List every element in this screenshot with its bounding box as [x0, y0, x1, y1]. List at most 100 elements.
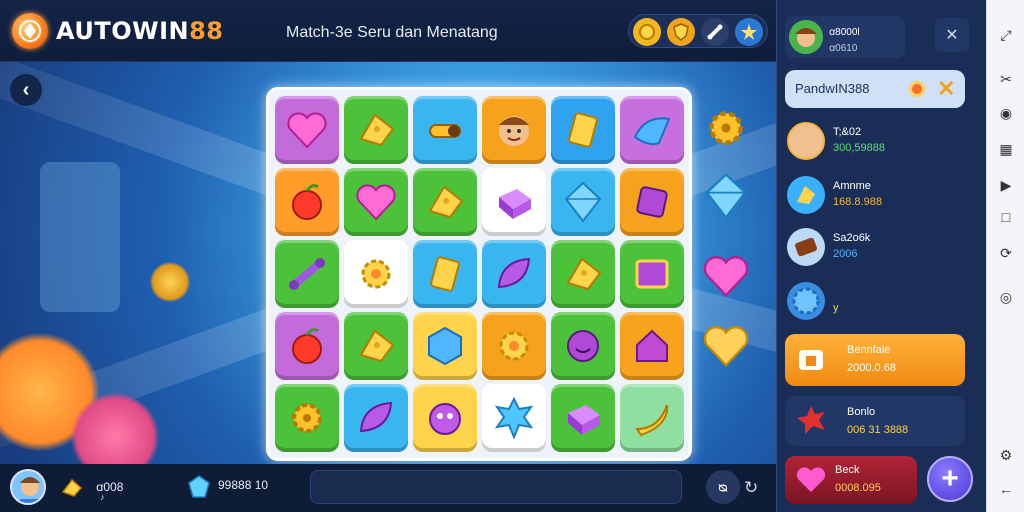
clear-button[interactable]: ✕ [937, 76, 955, 102]
logo-icon [12, 13, 48, 49]
board-tile[interactable] [551, 312, 615, 380]
star-icon[interactable] [735, 18, 763, 46]
board-tile[interactable] [482, 312, 546, 380]
back-button[interactable]: ‹ [10, 74, 42, 106]
bonus-card[interactable]: Bennfale 2000.0.68 [785, 334, 965, 386]
board-tile[interactable] [344, 240, 408, 308]
player-score: 168.8.988 [833, 196, 882, 208]
gear-icon [292, 403, 322, 433]
board-tile[interactable] [551, 168, 615, 236]
brand-suffix: 88 [189, 17, 224, 45]
stat-gems: 99888 10 [218, 478, 269, 492]
board-tile[interactable] [551, 240, 615, 308]
back-icon[interactable]: ← [997, 480, 1015, 498]
leaderboard-row[interactable]: y [787, 280, 977, 326]
flower-icon [499, 331, 529, 361]
leaderboard-row[interactable]: T;&02 300,59888 [787, 120, 977, 166]
board-tile[interactable] [344, 168, 408, 236]
flower-icon [361, 259, 391, 289]
board-tile[interactable] [275, 96, 339, 164]
profile-avatar [789, 20, 823, 54]
expand-icon[interactable]: ⤢ [997, 26, 1015, 44]
board-tile[interactable] [551, 96, 615, 164]
cheese-icon [787, 176, 825, 214]
bonus-card[interactable]: Beck 0008.095 [785, 456, 917, 504]
gear-icon [787, 282, 825, 320]
side-gem-column [698, 102, 758, 462]
card-title: Beck [835, 464, 860, 476]
decor-machine [40, 162, 120, 312]
board-tile[interactable] [413, 240, 477, 308]
cheese-icon [359, 329, 395, 363]
heart-icon [700, 250, 752, 302]
avatar[interactable] [10, 469, 46, 505]
leaf-icon [497, 257, 531, 289]
apple-icon [292, 328, 322, 364]
redo-button[interactable]: ↻ [744, 478, 758, 498]
bonus-card[interactable]: Bonlo 006 31 3888 [785, 396, 965, 446]
apple-icon [292, 184, 322, 220]
board-tile[interactable] [344, 96, 408, 164]
board-tile[interactable] [620, 240, 684, 308]
username-field[interactable]: PandwIN388 ✕ [785, 70, 965, 108]
heart-icon [793, 462, 829, 498]
board-tile[interactable] [620, 312, 684, 380]
board-tile[interactable] [482, 384, 546, 452]
board-tile[interactable] [551, 384, 615, 452]
gear-icon [700, 102, 752, 154]
splat-icon [793, 402, 829, 438]
board-tile[interactable] [413, 312, 477, 380]
leaderboard-row[interactable]: Sa2o6k 2006 [787, 226, 977, 272]
message-input[interactable] [310, 470, 682, 504]
card-title: Bennfale [847, 344, 891, 356]
smile-icon [567, 330, 599, 362]
add-button[interactable]: + [927, 456, 973, 502]
board-tile[interactable] [344, 312, 408, 380]
splat-icon [494, 396, 534, 440]
rotate-icon[interactable]: ⟳ [997, 244, 1015, 262]
board-tile[interactable] [482, 240, 546, 308]
board-tile[interactable] [275, 168, 339, 236]
grid-icon[interactable]: ▦ [997, 140, 1015, 158]
shield-icon[interactable] [667, 18, 695, 46]
square-icon[interactable]: □ [997, 208, 1015, 226]
board-tile[interactable] [482, 96, 546, 164]
scissors-icon[interactable]: ✂ [997, 70, 1015, 88]
gear-bone-icon [429, 124, 461, 138]
stat-coins-sub: ♪ [100, 492, 105, 502]
location-icon[interactable]: ◎ [997, 288, 1015, 306]
board-tile[interactable] [275, 384, 339, 452]
settings-icon[interactable]: ⚙ [997, 446, 1015, 464]
brand-name: AUTOWIN88 [56, 17, 224, 45]
board-tile[interactable] [413, 168, 477, 236]
undo-button[interactable]: ᴓ [706, 470, 740, 504]
coin-icon[interactable] [633, 18, 661, 46]
board-tile[interactable] [620, 384, 684, 452]
board-tile[interactable] [620, 96, 684, 164]
heart-icon [356, 184, 396, 221]
board-tile[interactable] [413, 96, 477, 164]
status-dot-icon [909, 81, 925, 97]
board-tile[interactable] [620, 168, 684, 236]
board-tile[interactable] [275, 312, 339, 380]
game-board [266, 87, 692, 461]
page-subtitle: Match-3e Seru dan Menatang [286, 24, 498, 41]
cheese-icon [359, 113, 395, 147]
board-tile[interactable] [344, 384, 408, 452]
play-icon[interactable]: ▶ [997, 176, 1015, 194]
board-tile[interactable] [413, 384, 477, 452]
camera-icon[interactable]: ◉ [997, 104, 1015, 122]
face-icon [499, 116, 529, 146]
bone-icon[interactable] [701, 18, 729, 46]
board-tile[interactable] [482, 168, 546, 236]
board-tile[interactable] [275, 240, 339, 308]
bone-icon [289, 258, 325, 290]
leaderboard-row[interactable]: Amnme 168.8.988 [787, 174, 977, 220]
close-panel-button[interactable]: ✕ [935, 18, 969, 52]
wave-icon [633, 117, 671, 146]
player-name: Sa2o6k [833, 232, 871, 244]
house-icon [636, 329, 668, 362]
emulator-toolbar: ⤢ ✂ ◉ ▦ ▶ □ ⟳ ◎ ⚙ ← [986, 0, 1024, 512]
player-name: T;&02 [833, 126, 862, 138]
profile-card[interactable]: ꭤ8000l ꭤ0610 [785, 16, 905, 58]
